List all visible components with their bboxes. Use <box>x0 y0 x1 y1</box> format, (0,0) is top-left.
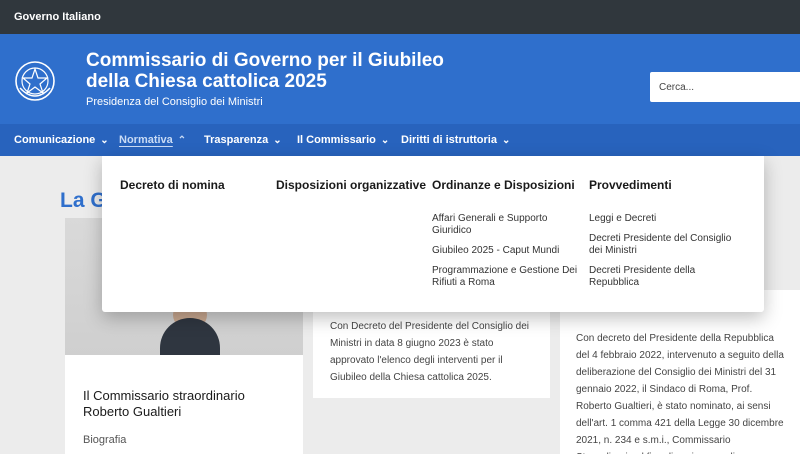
chevron-down-icon: ⌄ <box>273 135 282 146</box>
menu-link[interactable]: Programmazione e Gestione Dei Rifiuti a … <box>432 265 582 289</box>
site-title[interactable]: Commissario di Governo per il Giubileo d… <box>86 50 446 92</box>
chevron-down-icon: ⌄ <box>501 135 511 146</box>
top-bar: Governo Italiano <box>0 0 800 34</box>
chevron-up-icon: ⌃ <box>177 135 187 146</box>
menu-link[interactable]: Decreti Presidente del Consiglio dei Min… <box>589 233 739 257</box>
search-box <box>650 72 800 102</box>
nav-label: Comunicazione <box>14 134 96 146</box>
menu-link[interactable]: Giubileo 2025 - Caput Mundi <box>432 245 582 257</box>
nav-label: Normativa <box>119 134 173 146</box>
column-title-decreto-di-nomina[interactable]: Decreto di nomina <box>120 178 270 192</box>
dropdown-column: Decreto di nomina <box>120 178 270 192</box>
menu-link[interactable]: Decreti Presidente della Repubblica <box>589 265 739 289</box>
chevron-down-icon: ⌄ <box>100 135 109 146</box>
biografia-link[interactable]: Biografia <box>83 434 126 446</box>
card-text: Con Decreto del Presidente del Consiglio… <box>330 321 530 383</box>
nav-il-commissario[interactable]: Il Commissario ⌄ <box>297 134 389 146</box>
card-title[interactable]: Il Commissario straordinario Roberto Gua… <box>83 388 283 420</box>
nomina-card[interactable]: 2025 Con decreto del Presidente della Re… <box>560 290 800 454</box>
republic-emblem-icon[interactable] <box>14 58 56 104</box>
portrait-body <box>160 318 220 355</box>
column-title-ordinanze[interactable]: Ordinanze e Disposizioni <box>432 178 582 192</box>
dropdown-column: Ordinanze e Disposizioni Affari Generali… <box>432 178 582 297</box>
card-text: Con decreto del Presidente della Repubbl… <box>576 333 784 454</box>
nav-normativa[interactable]: Normativa ⌃ <box>119 134 186 146</box>
dropdown-column: Provvedimenti Leggi e Decreti Decreti Pr… <box>589 178 739 297</box>
main-nav: Comunicazione ⌄ Normativa ⌃ Trasparenza ⌄ I… <box>0 124 800 156</box>
nav-comunicazione[interactable]: Comunicazione ⌄ <box>14 134 109 146</box>
page-heading: La G <box>60 189 107 212</box>
government-label[interactable]: Governo Italiano <box>14 11 101 23</box>
normativa-dropdown-menu: Decreto di nomina Disposizioni organizza… <box>102 156 764 312</box>
nav-label: Trasparenza <box>204 134 269 146</box>
dropdown-column: Disposizioni organizzative <box>276 178 426 192</box>
nav-diritti-di-istruttoria[interactable]: Diritti di istruttoria ⌄ <box>401 134 510 146</box>
nav-trasparenza[interactable]: Trasparenza ⌄ <box>204 134 282 146</box>
site-header: Commissario di Governo per il Giubileo d… <box>0 34 800 124</box>
column-title-disposizioni-organizzative[interactable]: Disposizioni organizzative <box>276 178 426 192</box>
chevron-down-icon: ⌄ <box>380 135 390 146</box>
search-input[interactable] <box>650 72 800 102</box>
menu-link[interactable]: Leggi e Decreti <box>589 213 739 225</box>
nav-label: Il Commissario <box>297 134 376 146</box>
site-subtitle: Presidenza del Consiglio dei Ministri <box>86 96 263 108</box>
column-title-provvedimenti[interactable]: Provvedimenti <box>589 178 739 192</box>
interventi-card[interactable]: Con Decreto del Presidente del Consiglio… <box>313 300 550 398</box>
nav-label: Diritti di istruttoria <box>401 134 497 146</box>
menu-link[interactable]: Affari Generali e Supporto Giuridico <box>432 213 582 237</box>
